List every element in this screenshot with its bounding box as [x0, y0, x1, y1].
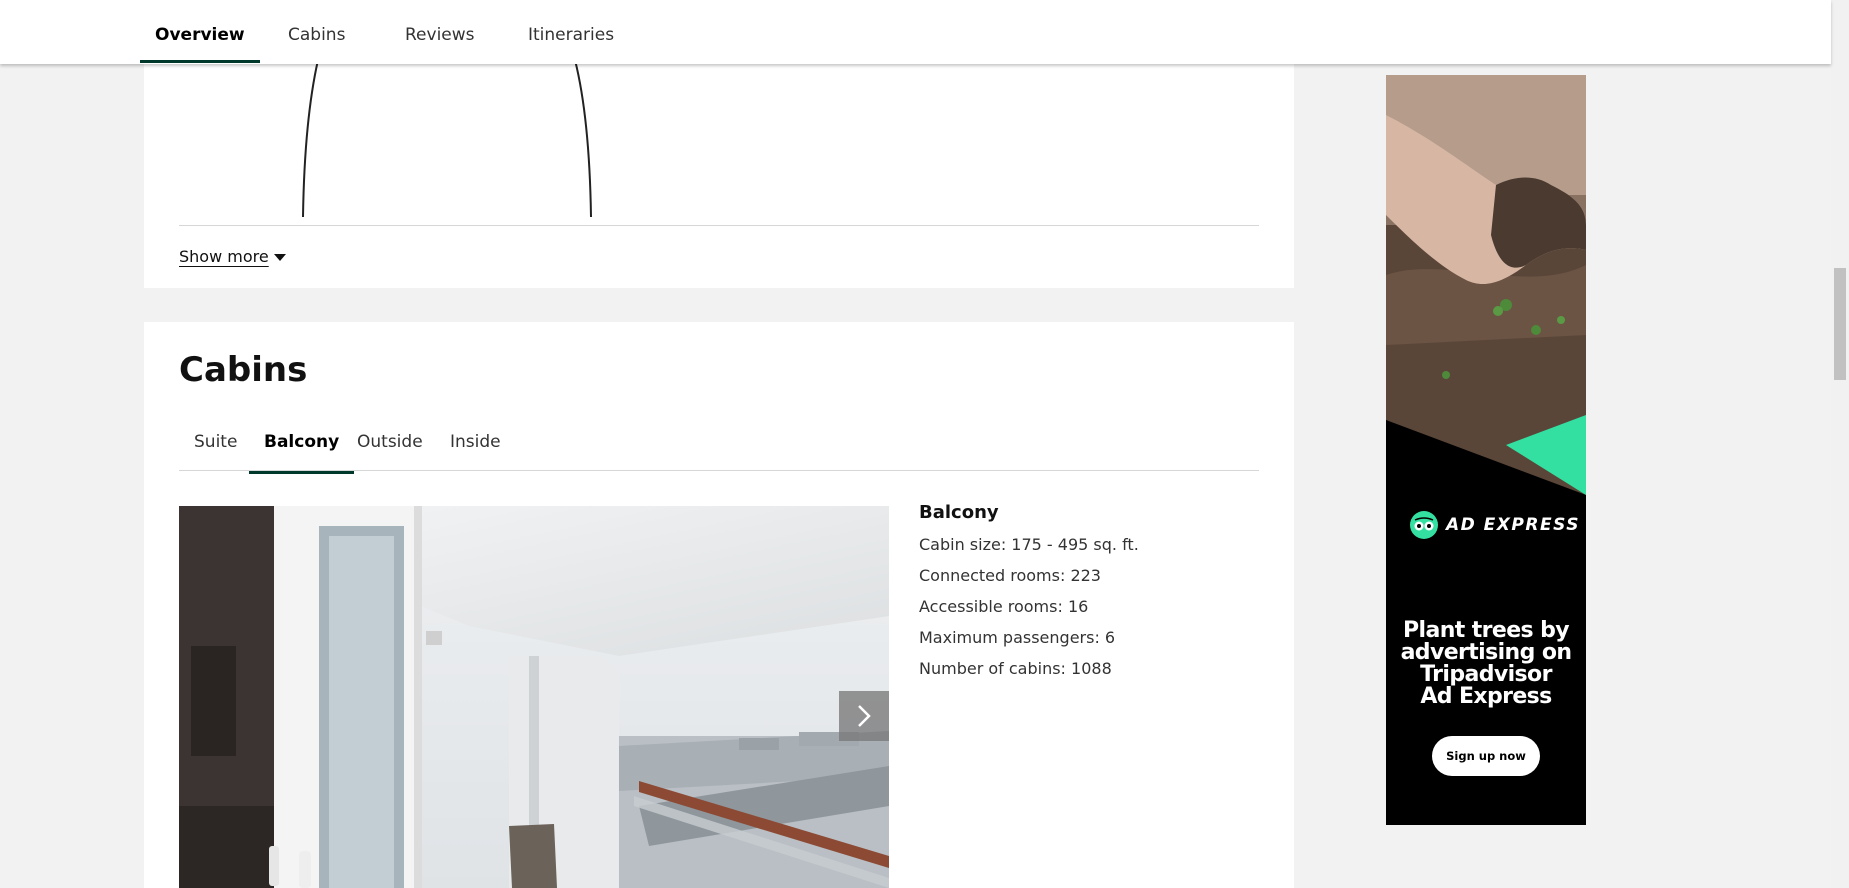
number-of-cabins: Number of cabins: 1088 — [919, 659, 1112, 678]
cabin-tab-inside[interactable]: Inside — [450, 428, 501, 470]
balcony-photo-image — [179, 506, 889, 888]
show-more-label: Show more — [179, 247, 269, 266]
ad-headline: Plant trees by advertising on Tripadviso… — [1386, 620, 1586, 708]
cabin-tab-balcony[interactable]: Balcony — [248, 428, 355, 474]
cabin-tabs-divider — [179, 470, 1259, 471]
cabin-photo[interactable] — [179, 506, 889, 888]
ad-sign-up-button[interactable]: Sign up now — [1432, 736, 1540, 776]
owl-logo-icon — [1410, 511, 1438, 539]
cabin-size: Cabin size: 175 - 495 sq. ft. — [919, 535, 1139, 554]
section-nav-bar: Overview Cabins Reviews Itineraries — [0, 0, 1831, 64]
tab-reviews[interactable]: Reviews — [405, 0, 475, 63]
ad-headline-line: Plant trees by — [1403, 618, 1570, 643]
cabin-type-name: Balcony — [919, 502, 999, 523]
caret-down-icon — [273, 254, 286, 261]
cabins-card: Cabins Suite Balcony Outside Inside Balc… — [144, 322, 1294, 888]
ad-brand: AD EXPRESS — [1410, 511, 1580, 539]
cabin-tab-outside[interactable]: Outside — [357, 428, 423, 470]
chevron-right-icon — [858, 705, 871, 727]
ad-brand-text: AD EXPRESS — [1446, 515, 1580, 535]
deck-plan-outline — [302, 60, 592, 218]
scrollbar-thumb[interactable] — [1834, 268, 1846, 380]
cabin-details: Balcony Cabin size: 175 - 495 sq. ft. Co… — [919, 502, 1139, 684]
show-more-link[interactable]: Show more — [179, 247, 286, 266]
tab-overview[interactable]: Overview — [140, 0, 260, 63]
cabins-heading: Cabins — [179, 350, 308, 390]
tab-cabins[interactable]: Cabins — [288, 0, 345, 63]
ad-banner[interactable]: AD EXPRESS Plant trees by advertising on… — [1386, 75, 1586, 825]
connected-rooms: Connected rooms: 223 — [919, 566, 1101, 585]
overview-divider — [179, 225, 1259, 226]
accessible-rooms: Accessible rooms: 16 — [919, 597, 1089, 616]
ad-headline-line: advertising on — [1400, 640, 1572, 665]
ad-headline-line: Tripadvisor — [1420, 662, 1552, 687]
ad-headline-line: Ad Express — [1420, 684, 1552, 709]
next-photo-button[interactable] — [839, 691, 889, 741]
page-scrollbar[interactable] — [1831, 0, 1849, 888]
ad-soil-hands-image — [1386, 75, 1586, 495]
tab-itineraries[interactable]: Itineraries — [528, 0, 614, 63]
cabin-tab-suite[interactable]: Suite — [194, 428, 237, 470]
maximum-passengers: Maximum passengers: 6 — [919, 628, 1116, 647]
